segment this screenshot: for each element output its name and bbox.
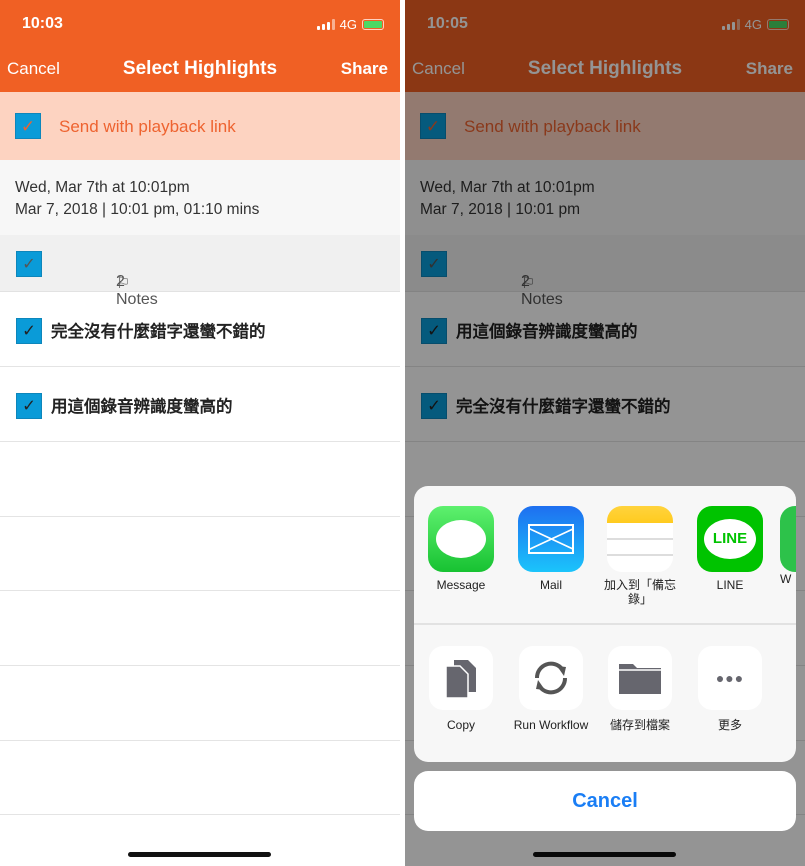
share-app-mail[interactable]: Mail: [511, 506, 591, 592]
checkbox-checked-icon[interactable]: ✓: [15, 113, 41, 139]
share-app-partial[interactable]: W: [780, 506, 796, 586]
share-app-line[interactable]: LINE LINE: [690, 506, 770, 592]
highlight-item[interactable]: ✓ 用這個錄音辨識度蠻高的: [0, 367, 400, 442]
messages-icon: [428, 506, 494, 572]
signal-icon: [316, 19, 335, 30]
highlight-text: 用這個錄音辨識度蠻高的: [51, 398, 233, 416]
action-copy[interactable]: Copy: [421, 646, 501, 732]
nav-bar: Cancel Select Highlights Share: [0, 48, 400, 92]
home-indicator[interactable]: [128, 852, 271, 857]
divider: [414, 623, 796, 625]
empty-row: [0, 666, 400, 741]
checkbox-checked-icon[interactable]: ✓: [16, 251, 42, 277]
date-title: Wed, Mar 7th at 10:01pm: [15, 179, 190, 196]
workflow-icon: [519, 646, 583, 710]
playback-link-label: Send with playback link: [59, 117, 236, 136]
share-cancel-button[interactable]: Cancel: [414, 771, 796, 831]
mail-icon: [518, 506, 584, 572]
notes-row[interactable]: ✓ ⚐ 2 Notes: [0, 235, 400, 308]
highlight-text: 完全沒有什麼錯字還蠻不錯的: [51, 323, 266, 341]
checkbox-checked-icon[interactable]: ✓: [16, 393, 42, 419]
copy-icon: [429, 646, 493, 710]
action-save-to-files[interactable]: 儲存到檔案: [600, 646, 680, 732]
status-time: 10:03: [22, 15, 63, 32]
checkbox-checked-icon[interactable]: ✓: [16, 318, 42, 344]
playback-link-row[interactable]: ✓ Send with playback link: [0, 92, 400, 160]
share-app-notes[interactable]: 加入到「備忘錄」: [600, 506, 680, 606]
more-icon: ●●●: [698, 646, 762, 710]
empty-row: [0, 442, 400, 517]
share-app-message[interactable]: Message: [421, 506, 501, 592]
notes-icon: [607, 506, 673, 572]
network-type: 4G: [339, 17, 357, 32]
share-sheet: Message Mail 加入到「備忘錄」 LINE LINE W Copy Ru…: [414, 486, 796, 762]
share-button[interactable]: Share: [341, 59, 388, 79]
action-more[interactable]: ●●● 更多: [690, 646, 770, 732]
empty-row: [0, 516, 400, 591]
left-screen: 10:03 4G Cancel Select Highlights Share …: [0, 0, 400, 866]
partial-app-icon: [780, 506, 796, 572]
status-bar: 10:03 4G: [0, 0, 400, 48]
line-icon: LINE: [697, 506, 763, 572]
empty-row: [0, 740, 400, 815]
action-run-workflow[interactable]: Run Workflow: [511, 646, 591, 732]
highlight-item[interactable]: ✓ 完全沒有什麼錯字還蠻不錯的: [0, 292, 400, 367]
folder-icon: [608, 646, 672, 710]
recording-info: Wed, Mar 7th at 10:01pm Mar 7, 2018 | 10…: [0, 160, 400, 235]
battery-icon: [362, 19, 384, 30]
right-screen: 10:05 4G Cancel Select Highlights Share …: [405, 0, 805, 866]
empty-row: [0, 591, 400, 666]
date-details: Mar 7, 2018 | 10:01 pm, 01:10 mins: [15, 201, 260, 218]
